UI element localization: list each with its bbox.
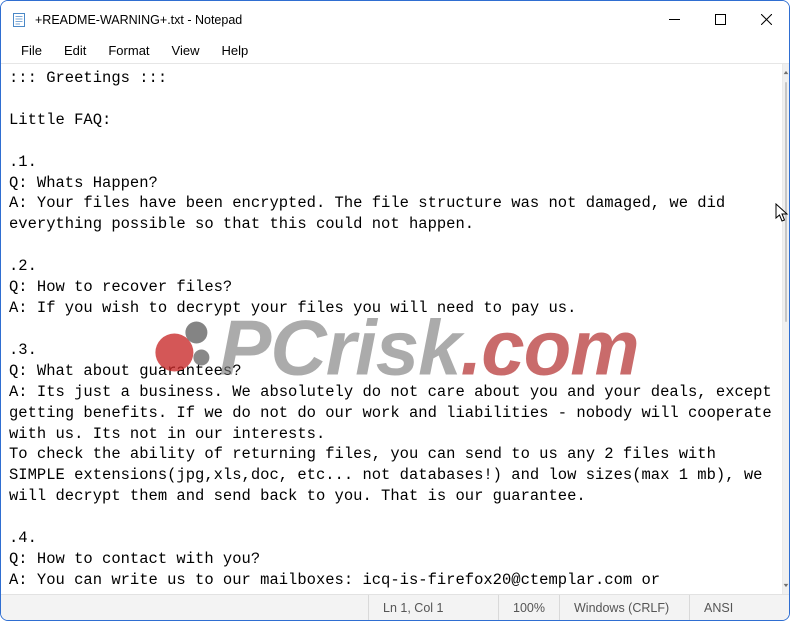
scroll-up-arrow-icon[interactable] (783, 64, 789, 81)
status-spacer (1, 595, 368, 620)
scroll-down-arrow-icon[interactable] (783, 577, 789, 594)
maximize-button[interactable] (697, 1, 743, 39)
vertical-scrollbar[interactable] (782, 64, 789, 594)
menu-view[interactable]: View (162, 41, 210, 60)
menubar: File Edit Format View Help (1, 39, 789, 63)
status-cursor-position: Ln 1, Col 1 (368, 595, 498, 620)
menu-file[interactable]: File (11, 41, 52, 60)
status-zoom: 100% (498, 595, 559, 620)
menu-format[interactable]: Format (98, 41, 159, 60)
close-button[interactable] (743, 1, 789, 39)
menu-help[interactable]: Help (211, 41, 258, 60)
statusbar: Ln 1, Col 1 100% Windows (CRLF) ANSI (1, 594, 789, 620)
scroll-thumb[interactable] (785, 82, 787, 322)
status-line-ending: Windows (CRLF) (559, 595, 689, 620)
status-encoding: ANSI (689, 595, 789, 620)
titlebar: +README-WARNING+.txt - Notepad (1, 1, 789, 39)
window-title: +README-WARNING+.txt - Notepad (35, 13, 242, 27)
notepad-window: +README-WARNING+.txt - Notepad File Edit… (0, 0, 790, 621)
editor-area: ::: Greetings ::: Little FAQ: .1. Q: Wha… (1, 63, 789, 594)
notepad-app-icon (11, 12, 27, 28)
minimize-button[interactable] (651, 1, 697, 39)
text-content[interactable]: ::: Greetings ::: Little FAQ: .1. Q: Wha… (1, 64, 782, 594)
menu-edit[interactable]: Edit (54, 41, 96, 60)
window-controls (651, 1, 789, 39)
